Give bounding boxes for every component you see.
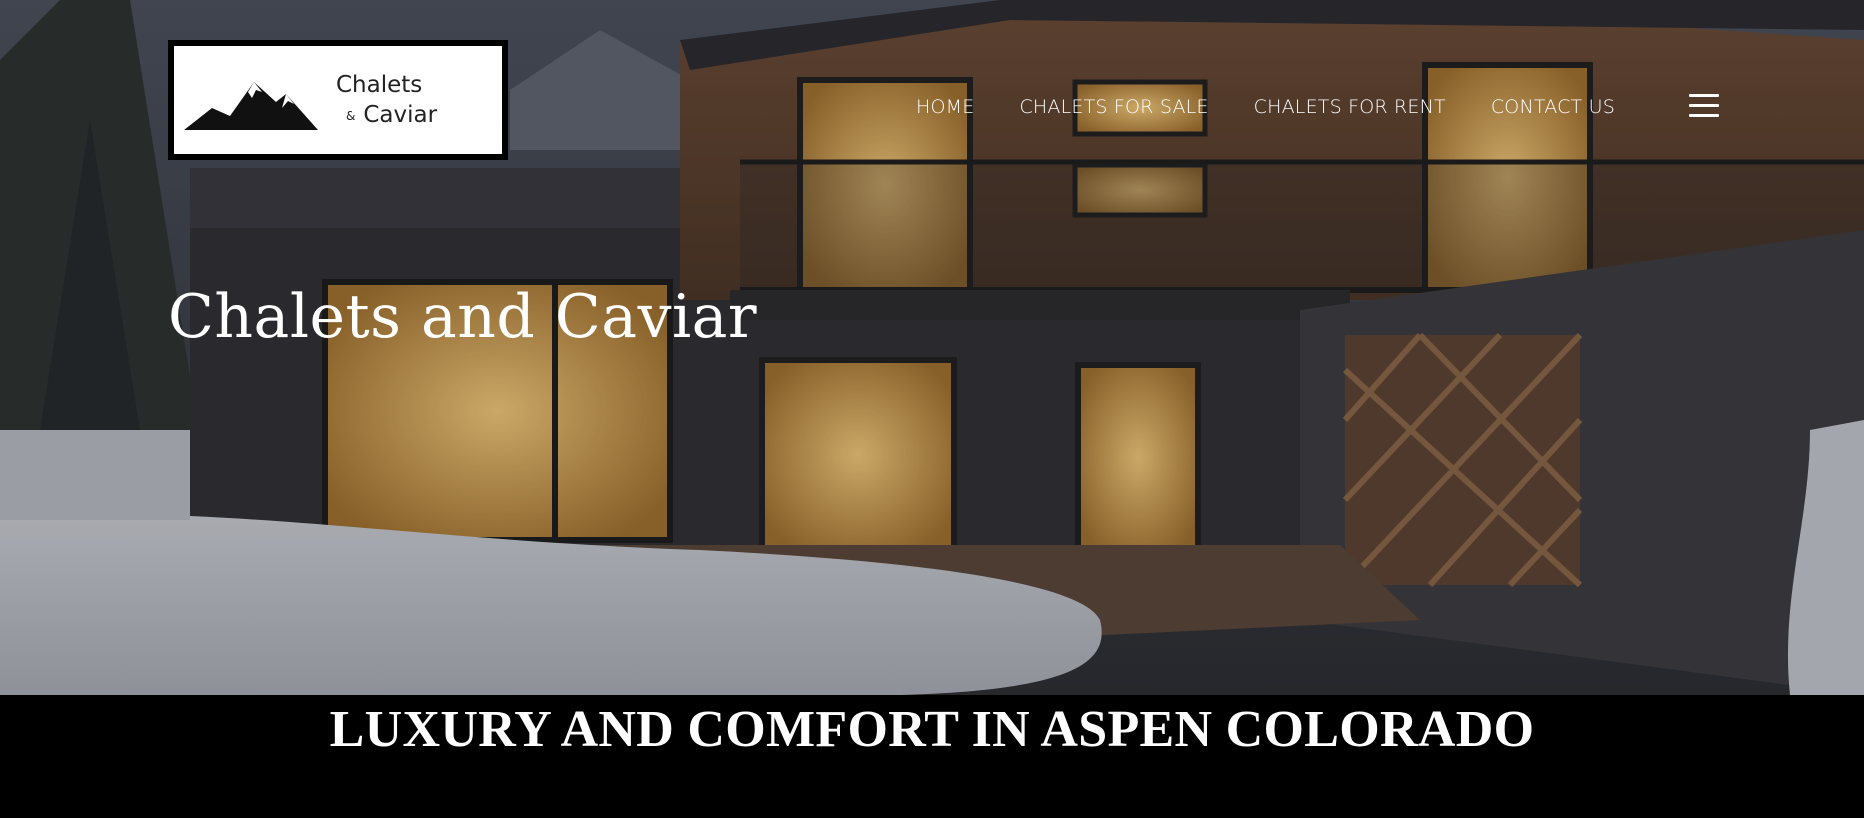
logo-line-1: Chalets (336, 72, 423, 98)
site-logo[interactable]: Chalets & Caviar (168, 40, 508, 160)
hero-banner: Chalets & Caviar HOME CHALETS FOR SALE CH… (0, 0, 1864, 695)
hero-title: Chalets and Caviar (168, 282, 758, 352)
hamburger-menu-icon[interactable] (1689, 94, 1719, 120)
hamburger-bar (1689, 104, 1719, 107)
hamburger-bar (1689, 114, 1719, 117)
logo-line-2-text: Caviar (363, 102, 438, 128)
nav-chalets-for-rent[interactable]: CHALETS FOR RENT (1254, 96, 1446, 118)
nav-chalets-for-sale[interactable]: CHALETS FOR SALE (1019, 96, 1208, 118)
nav-home[interactable]: HOME (916, 96, 974, 118)
mountain-logo-icon (184, 82, 318, 130)
logo-ampersand: & (346, 108, 356, 123)
logo-line-2: & Caviar (336, 100, 437, 131)
tagline: LUXURY AND COMFORT IN ASPEN COLORADO (329, 701, 1535, 758)
logo-text: Chalets & Caviar (336, 70, 437, 131)
hamburger-bar (1689, 94, 1719, 97)
nav-contact-us[interactable]: CONTACT US (1491, 96, 1615, 118)
main-nav: HOME CHALETS FOR SALE CHALETS FOR RENT C… (916, 96, 1615, 118)
